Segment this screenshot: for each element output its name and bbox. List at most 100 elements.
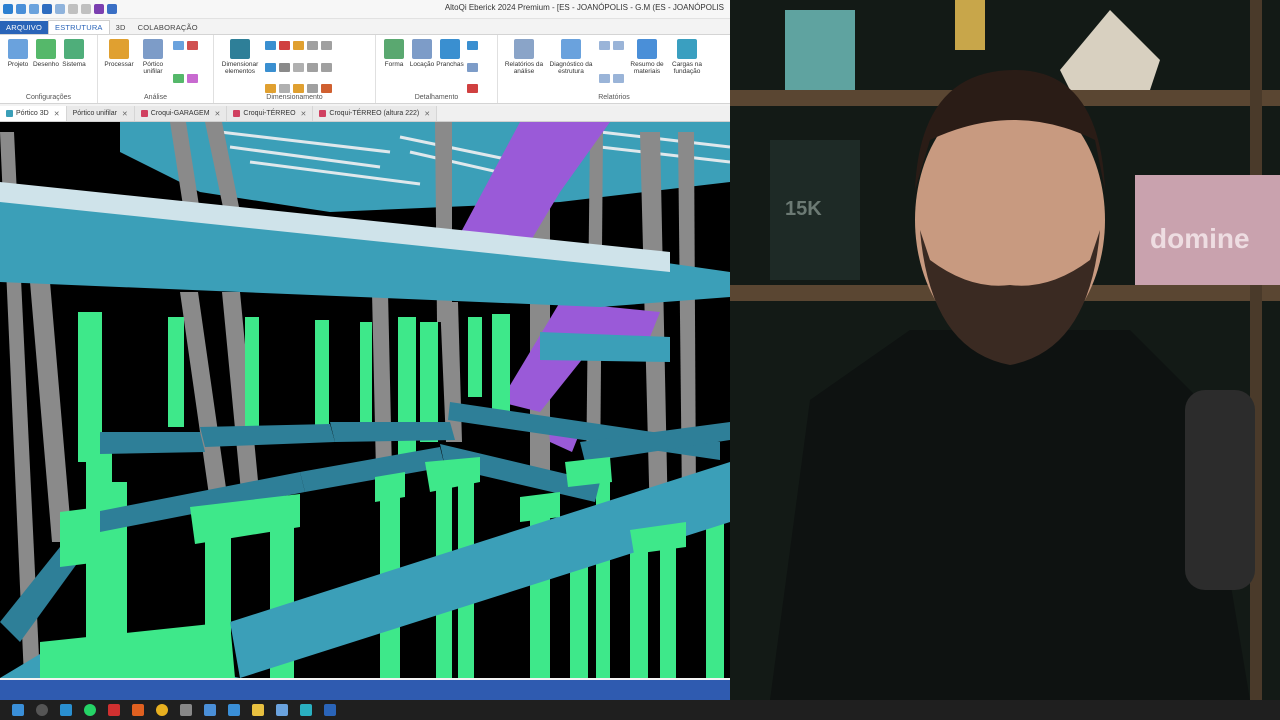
windows-taskbar <box>0 700 1280 720</box>
app-icon[interactable] <box>204 704 216 716</box>
app-icon[interactable] <box>108 704 120 716</box>
decor-item <box>955 0 985 50</box>
tool-icon[interactable] <box>279 84 290 94</box>
report-icon <box>514 39 534 59</box>
windows-start-icon[interactable] <box>12 704 24 716</box>
plaque-text: 15K <box>785 198 822 220</box>
microphone <box>1185 390 1255 590</box>
search-icon[interactable] <box>36 704 48 716</box>
eberick-window: AltoQi Eberick 2024 Premium - [ES - JOAN… <box>0 0 730 720</box>
app-icon[interactable] <box>324 704 336 716</box>
group-configuracoes: Projeto Desenho Sistema Configurações <box>0 35 98 103</box>
beam-tool-icon[interactable] <box>265 41 276 50</box>
tool-icon[interactable] <box>279 62 290 72</box>
decor-box <box>785 10 855 90</box>
file-explorer-icon[interactable] <box>252 704 264 716</box>
tool-icon[interactable] <box>613 41 624 50</box>
group-label: Relatórios <box>598 94 630 101</box>
tool-icon[interactable] <box>613 73 624 83</box>
firefox-icon[interactable] <box>132 704 144 716</box>
tool-icon[interactable] <box>467 41 478 50</box>
group-label: Configurações <box>25 94 72 101</box>
chrome-icon[interactable] <box>156 704 168 716</box>
doc-tab-croqui-terreo[interactable]: Croqui-TÉRREO ✕ <box>227 106 314 121</box>
tool-icon[interactable] <box>265 84 276 94</box>
slab-tool-icon[interactable] <box>293 41 304 50</box>
app-icon[interactable] <box>180 704 192 716</box>
close-icon[interactable]: ✕ <box>424 110 430 118</box>
tool-icon[interactable] <box>173 41 184 50</box>
shelf-post <box>1250 0 1262 700</box>
redo-icon[interactable] <box>81 4 91 14</box>
tool-icon[interactable] <box>599 73 610 83</box>
whatsapp-icon[interactable] <box>84 704 96 716</box>
tool-icon[interactable] <box>321 84 332 94</box>
store-icon[interactable] <box>228 704 240 716</box>
sheets-icon <box>440 39 460 59</box>
tool-icon[interactable] <box>293 62 304 72</box>
tool-icon[interactable] <box>265 62 276 72</box>
group-detalhamento: Forma Locação Pranchas Detalhamento <box>376 35 498 103</box>
drawing-icon <box>36 39 56 59</box>
print-icon[interactable] <box>55 4 65 14</box>
quick-access-toolbar: AltoQi Eberick 2024 Premium - [ES - JOAN… <box>0 0 730 19</box>
undo-icon[interactable] <box>68 4 78 14</box>
tool-icon[interactable] <box>293 84 304 94</box>
tab-3d[interactable]: 3D <box>110 21 132 34</box>
document-tabs: Pórtico 3D ✕ Pórtico unifilar ✕ Croqui-GAR… <box>0 106 730 122</box>
group-relatorios: Relatórios da análise Diagnóstico da est… <box>498 35 730 103</box>
project-icon <box>8 39 28 59</box>
3d-viewport[interactable] <box>0 122 730 678</box>
save-icon[interactable] <box>42 4 52 14</box>
close-icon[interactable]: ✕ <box>122 110 128 118</box>
group-analise: Processar Pórtico unifilar Análise <box>98 35 214 103</box>
tab-estrutura[interactable]: ESTRUTURA <box>48 20 110 34</box>
help-icon[interactable] <box>107 4 117 14</box>
doc-tab-croqui-terreo-222[interactable]: Croqui-TÉRREO (altura 222) ✕ <box>313 106 438 121</box>
window-title: AltoQi Eberick 2024 Premium - [ES - JOAN… <box>444 3 724 12</box>
tab-colaboracao[interactable]: COLABORAÇÃO <box>132 21 204 34</box>
tool-icon[interactable] <box>321 62 332 72</box>
doc-tab-croqui-garagem[interactable]: Croqui-GARAGEM ✕ <box>134 106 228 121</box>
tool-icon[interactable] <box>467 62 478 72</box>
presenter-video: 15K domine <box>730 0 1280 700</box>
diagnosis-icon <box>561 39 581 59</box>
sketch-icon <box>140 110 148 117</box>
close-icon[interactable]: ✕ <box>215 110 221 118</box>
group-dimensionamento: Dimensionar elementos Dimensionamento <box>214 35 376 103</box>
new-icon[interactable] <box>16 4 26 14</box>
app-icon[interactable] <box>300 704 312 716</box>
process-icon <box>109 39 129 59</box>
doc-tab-portico-3d[interactable]: Pórtico 3D ✕ <box>0 106 67 121</box>
tool-icon[interactable] <box>307 62 318 72</box>
tab-arquivo[interactable]: ARQUIVO <box>0 21 48 34</box>
tool-icon[interactable] <box>321 41 332 50</box>
eberick-taskbar-icon[interactable] <box>276 704 288 716</box>
frame-3d-icon <box>6 110 13 117</box>
location-icon <box>412 39 432 59</box>
loads-icon <box>677 39 697 59</box>
group-label: Análise <box>144 94 167 101</box>
frame-icon <box>143 39 163 59</box>
structure-3d-render <box>0 122 730 678</box>
rebar-tool-icon[interactable] <box>279 41 290 50</box>
open-icon[interactable] <box>29 4 39 14</box>
tool-icon[interactable] <box>187 41 198 50</box>
doc-tab-portico-unifilar[interactable]: Pórtico unifilar ✕ <box>66 106 135 121</box>
tool-icon[interactable] <box>599 41 610 50</box>
close-icon[interactable]: ✕ <box>54 110 60 118</box>
tool-icon[interactable] <box>467 84 478 94</box>
render-icon[interactable] <box>94 4 104 14</box>
app-icon[interactable] <box>3 4 13 14</box>
presenter-body <box>770 330 1250 700</box>
form-icon <box>384 39 404 59</box>
status-bar <box>0 680 730 700</box>
edge-icon[interactable] <box>60 704 72 716</box>
tool-icon[interactable] <box>307 84 318 94</box>
system-icon <box>64 39 84 59</box>
tool-icon[interactable] <box>307 41 318 50</box>
tool-icon[interactable] <box>187 73 198 83</box>
close-icon[interactable]: ✕ <box>301 110 307 118</box>
sign-text: domine <box>1150 223 1250 254</box>
tool-icon[interactable] <box>173 73 184 83</box>
